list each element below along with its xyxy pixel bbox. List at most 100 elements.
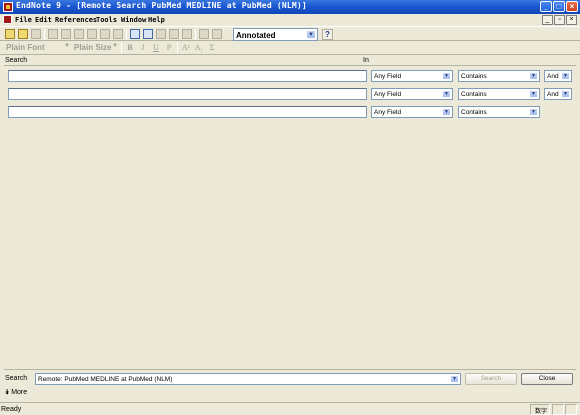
find-icon[interactable] (87, 29, 97, 39)
main-toolbar: Annotated ▼ ? (0, 26, 580, 41)
menu-edit[interactable]: Edit (35, 16, 52, 24)
window-title: EndNote 9 - [Remote Search PubMed MEDLIN… (16, 1, 307, 10)
dropdown-arrow-icon[interactable]: ▼ (561, 90, 570, 98)
num-lock-indicator: 数字 (535, 409, 548, 415)
operator-select-value: Contains (461, 91, 487, 98)
toolbar-separator (177, 42, 178, 53)
output-style-value: Annotated (236, 31, 276, 40)
bool-select-1[interactable]: And ▼ (544, 70, 572, 82)
dropdown-arrow-icon[interactable]: ▼ (442, 72, 451, 80)
connection-select[interactable]: Remote: PubMed MEDLINE at PubMed (NLM) ▼ (35, 373, 461, 385)
minimize-button[interactable]: _ (540, 1, 552, 12)
menu-tools[interactable]: Tools (96, 16, 117, 24)
child-minimize-button[interactable]: _ (542, 15, 553, 25)
search-term-input-1[interactable] (8, 70, 367, 82)
font-select[interactable]: Plain Font ▼ (2, 42, 72, 54)
hide-icon[interactable] (156, 29, 166, 39)
search-ref-icon[interactable] (169, 29, 179, 39)
library-icon[interactable] (130, 29, 140, 39)
menu-window[interactable]: Window (121, 16, 146, 24)
new-icon[interactable] (5, 29, 15, 39)
bool-select-value: And (547, 91, 559, 98)
dropdown-arrow-icon[interactable]: ▼ (561, 72, 570, 80)
symbol-button[interactable]: Σ (207, 43, 217, 53)
field-select-1[interactable]: Any Field ▼ (371, 70, 453, 82)
image-icon[interactable] (199, 29, 209, 39)
search-term-input-2[interactable] (8, 88, 367, 100)
status-bar: Ready 数字 (0, 402, 580, 415)
document-icon[interactable] (3, 15, 12, 24)
underline-button[interactable]: U (151, 43, 161, 53)
search-column-label: Search (5, 57, 28, 64)
dropdown-arrow-icon[interactable]: ▼ (529, 72, 538, 80)
search-term-input-3[interactable] (8, 106, 367, 118)
show-all-icon[interactable] (143, 29, 153, 39)
bold-button[interactable]: B (125, 43, 135, 53)
size-select-value: Plain Size (74, 43, 112, 52)
app-icon[interactable] (3, 2, 13, 12)
subscript-button[interactable]: A₁ (194, 43, 204, 53)
bool-select-value: And (547, 73, 559, 80)
trash-icon[interactable] (113, 29, 123, 39)
toolbar-separator (195, 29, 196, 40)
dropdown-arrow-icon[interactable]: ▼ (450, 375, 459, 383)
paste-icon[interactable] (74, 29, 84, 39)
operator-select-1[interactable]: Contains ▼ (458, 70, 540, 82)
close-window-button[interactable]: × (566, 1, 578, 12)
plain-button[interactable]: P (164, 43, 174, 53)
connection-select-value: Remote: PubMed MEDLINE at PubMed (NLM) (38, 376, 173, 383)
help-icon[interactable]: ? (322, 29, 333, 40)
format-toolbar: Plain Font ▼ Plain Size ▼ B I U P A¹ A₁ … (0, 41, 580, 55)
title-bar: EndNote 9 - [Remote Search PubMed MEDLIN… (0, 0, 580, 14)
status-text: Ready (1, 406, 22, 413)
child-restore-button[interactable]: ▫ (554, 15, 565, 25)
status-panel (565, 404, 577, 415)
search-button[interactable]: Search (465, 373, 517, 385)
close-button[interactable]: Close (521, 373, 573, 385)
size-select[interactable]: Plain Size ▼ (70, 42, 120, 54)
field-select-value: Any Field (374, 109, 402, 116)
field-select-value: Any Field (374, 73, 402, 80)
more-label: More (11, 389, 28, 396)
toolbar-separator (44, 29, 45, 40)
operator-select-value: Contains (461, 109, 487, 116)
cut-icon[interactable] (48, 29, 58, 39)
menu-help[interactable]: Help (148, 16, 165, 24)
copy-icon[interactable] (61, 29, 71, 39)
font-select-value: Plain Font (6, 43, 45, 52)
menu-references[interactable]: References (55, 16, 97, 24)
search-connection-label: Search (5, 375, 28, 382)
open-icon[interactable] (18, 29, 28, 39)
print-icon[interactable] (31, 29, 41, 39)
delete-icon[interactable] (100, 29, 110, 39)
bottom-divider (4, 369, 576, 370)
dropdown-arrow-icon[interactable]: ▼ (529, 90, 538, 98)
go-icon[interactable] (182, 29, 192, 39)
toolbar-separator (121, 42, 122, 53)
maximize-button[interactable]: □ (553, 1, 565, 12)
header-divider (4, 65, 576, 66)
menu-bar: File Edit References Tools Window Help _… (0, 14, 580, 26)
more-toggle[interactable]: ⯯ More (5, 389, 27, 397)
operator-select-value: Contains (461, 73, 487, 80)
dropdown-arrow-icon[interactable]: ▼ (442, 90, 451, 98)
toolbar-separator (126, 29, 127, 40)
chevron-down-icon: ▼ (112, 43, 118, 49)
dropdown-arrow-icon[interactable]: ▼ (529, 108, 538, 116)
dropdown-arrow-icon[interactable]: ▼ (306, 30, 316, 39)
bool-select-2[interactable]: And ▼ (544, 88, 572, 100)
field-select-value: Any Field (374, 91, 402, 98)
output-style-select[interactable]: Annotated ▼ (233, 28, 318, 41)
chevron-down-icon: ⯯ (5, 389, 10, 396)
superscript-button[interactable]: A¹ (181, 43, 191, 53)
in-column-label: In (363, 57, 369, 64)
child-close-button[interactable]: × (566, 15, 577, 25)
field-select-2[interactable]: Any Field ▼ (371, 88, 453, 100)
operator-select-3[interactable]: Contains ▼ (458, 106, 540, 118)
dropdown-arrow-icon[interactable]: ▼ (442, 108, 451, 116)
italic-button[interactable]: I (138, 43, 148, 53)
operator-select-2[interactable]: Contains ▼ (458, 88, 540, 100)
menu-file[interactable]: File (15, 16, 32, 24)
attach-icon[interactable] (212, 29, 222, 39)
field-select-3[interactable]: Any Field ▼ (371, 106, 453, 118)
